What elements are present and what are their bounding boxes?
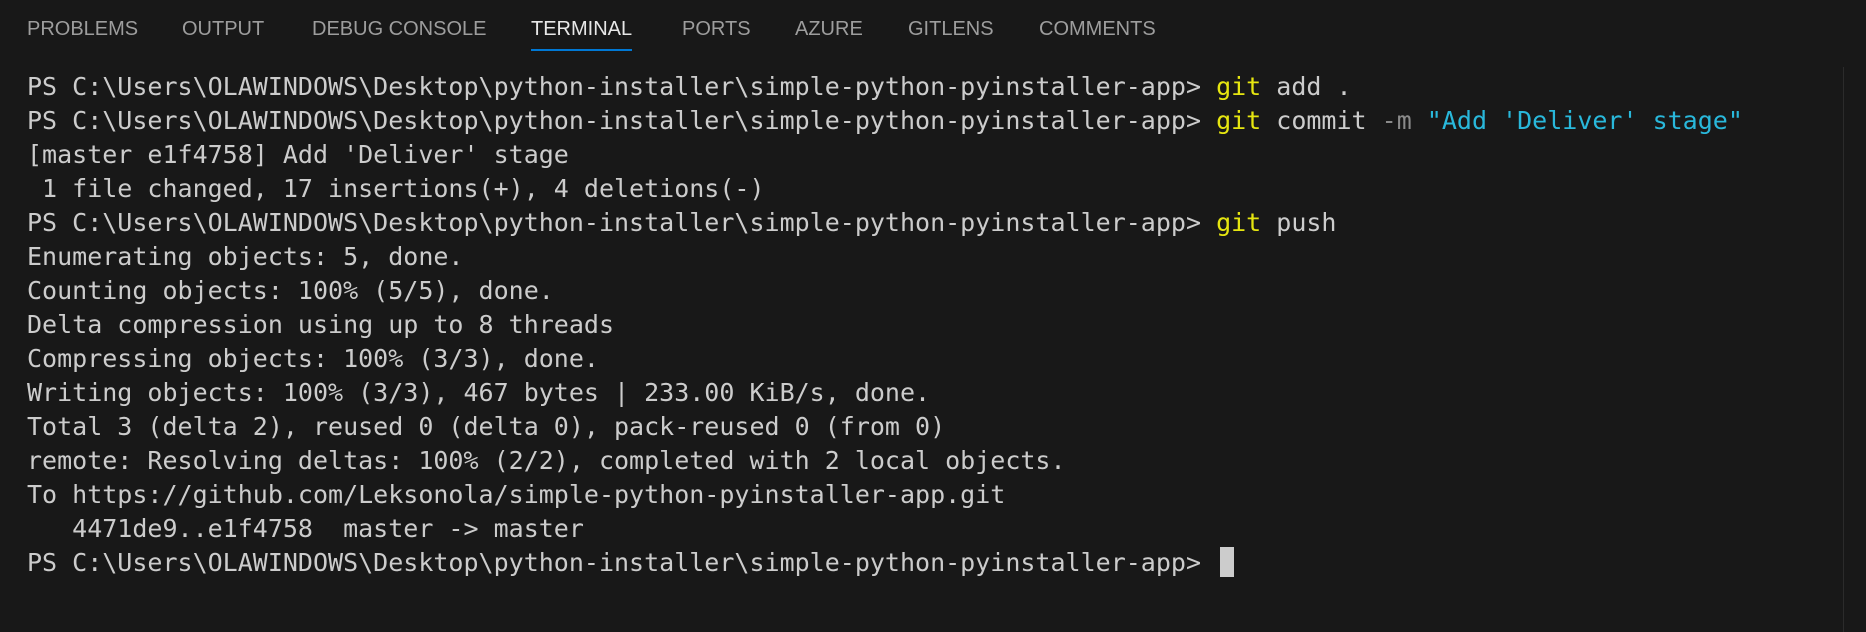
terminal-line: 4471de9..e1f4758 master -> master <box>27 514 584 543</box>
command-args: add . <box>1261 72 1352 101</box>
tab-comments-label: COMMENTS <box>1039 18 1156 40</box>
active-tab-indicator <box>531 49 633 51</box>
panel-tab-bar: PROBLEMS OUTPUT DEBUG CONSOLE TERMINAL P… <box>0 0 1866 60</box>
tab-debug-console-label: DEBUG CONSOLE <box>312 18 487 40</box>
command-flag: -m <box>1381 106 1412 135</box>
prompt: PS C:\Users\OLAWINDOWS\Desktop\python-in… <box>27 106 1217 135</box>
tab-terminal[interactable]: TERMINAL <box>531 16 633 56</box>
tab-azure-label: AZURE <box>795 18 863 40</box>
tab-gitlens[interactable]: GITLENS <box>908 16 994 56</box>
tab-ports-label: PORTS <box>682 18 751 40</box>
tab-output-label: OUTPUT <box>182 18 265 40</box>
terminal-line: [master e1f4758] Add 'Deliver' stage <box>27 140 569 169</box>
terminal-line: Enumerating objects: 5, done. <box>27 242 464 271</box>
tab-problems-label: PROBLEMS <box>27 18 139 40</box>
tab-problems[interactable]: PROBLEMS <box>27 16 138 56</box>
tab-output[interactable]: OUTPUT <box>182 16 264 56</box>
terminal-panel: PROBLEMS OUTPUT DEBUG CONSOLE TERMINAL P… <box>0 0 1866 632</box>
command-args: push <box>1261 208 1337 237</box>
terminal-line: To https://github.com/Leksonola/simple-p… <box>27 480 1006 509</box>
prompt: PS C:\Users\OLAWINDOWS\Desktop\python-in… <box>27 548 1217 577</box>
command-name: git <box>1216 106 1262 135</box>
terminal-output[interactable]: PS C:\Users\OLAWINDOWS\Desktop\python-in… <box>0 60 1840 632</box>
prompt: PS C:\Users\OLAWINDOWS\Desktop\python-in… <box>27 208 1217 237</box>
tab-debug-console[interactable]: DEBUG CONSOLE <box>312 16 486 56</box>
command-name: git <box>1216 208 1262 237</box>
terminal-line: Counting objects: 100% (5/5), done. <box>27 276 554 305</box>
prompt: PS C:\Users\OLAWINDOWS\Desktop\python-in… <box>27 72 1217 101</box>
terminal-line: Writing objects: 100% (3/3), 467 bytes |… <box>27 378 931 407</box>
terminal-line: Delta compression using up to 8 threads <box>27 310 614 339</box>
tab-comments[interactable]: COMMENTS <box>1039 16 1156 56</box>
terminal-line: 1 file changed, 17 insertions(+), 4 dele… <box>27 174 765 203</box>
tab-azure[interactable]: AZURE <box>795 16 863 56</box>
command-name: git <box>1216 72 1262 101</box>
terminal-line: PS C:\Users\OLAWINDOWS\Desktop\python-in… <box>27 546 1235 580</box>
terminal-line: PS C:\Users\OLAWINDOWS\Desktop\python-in… <box>27 206 1336 240</box>
terminal-line: PS C:\Users\OLAWINDOWS\Desktop\python-in… <box>27 70 1352 104</box>
terminal-cursor <box>1220 547 1235 577</box>
terminal-line: remote: Resolving deltas: 100% (2/2), co… <box>27 446 1066 475</box>
terminal-line: Total 3 (delta 2), reused 0 (delta 0), p… <box>27 412 946 441</box>
command-string: "Add 'Deliver' stage" <box>1411 106 1743 135</box>
terminal-line: PS C:\Users\OLAWINDOWS\Desktop\python-in… <box>27 104 1743 138</box>
tab-ports[interactable]: PORTS <box>682 16 751 56</box>
tab-gitlens-label: GITLENS <box>908 18 994 40</box>
terminal-scrollbar[interactable] <box>1843 67 1866 632</box>
tab-terminal-label: TERMINAL <box>531 18 633 40</box>
command-args: commit <box>1261 106 1382 135</box>
terminal-line: Compressing objects: 100% (3/3), done. <box>27 344 599 373</box>
